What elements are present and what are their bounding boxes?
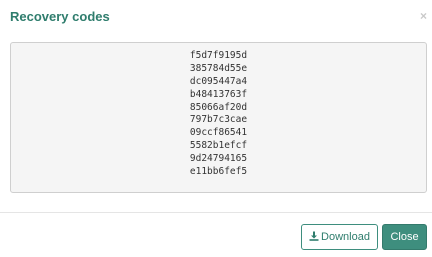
recovery-code: 5582b1efcf [189,140,248,152]
close-button[interactable]: Close [382,224,427,250]
recovery-code: 85066af20d [189,101,248,113]
recovery-code: 09ccf86541 [189,127,248,139]
dialog-title: Recovery codes [10,9,110,24]
close-icon[interactable]: × [420,10,427,22]
recovery-code: 797b7c3cae [189,114,248,126]
recovery-code: dc095447a4 [189,75,248,87]
recovery-code: 9d24794165 [189,153,248,165]
download-button-label: Download [321,231,370,243]
recovery-code: e11bb6fef5 [189,166,248,178]
recovery-code: 385784d55e [189,62,248,74]
recovery-codes-box: f5d7f9195d 385784d55e dc095447a4 b484137… [10,42,427,193]
close-button-label: Close [390,231,419,243]
recovery-codes-list: f5d7f9195d 385784d55e dc095447a4 b484137… [11,50,426,179]
dialog-header: Recovery codes × [0,0,432,32]
recovery-code: f5d7f9195d [189,50,248,61]
footer-divider [0,212,432,213]
recovery-codes-dialog: Recovery codes × f5d7f9195d 385784d55e d… [0,0,432,257]
download-button[interactable]: Download [301,224,378,250]
recovery-code: b48413763f [189,88,248,100]
download-icon [309,231,319,241]
